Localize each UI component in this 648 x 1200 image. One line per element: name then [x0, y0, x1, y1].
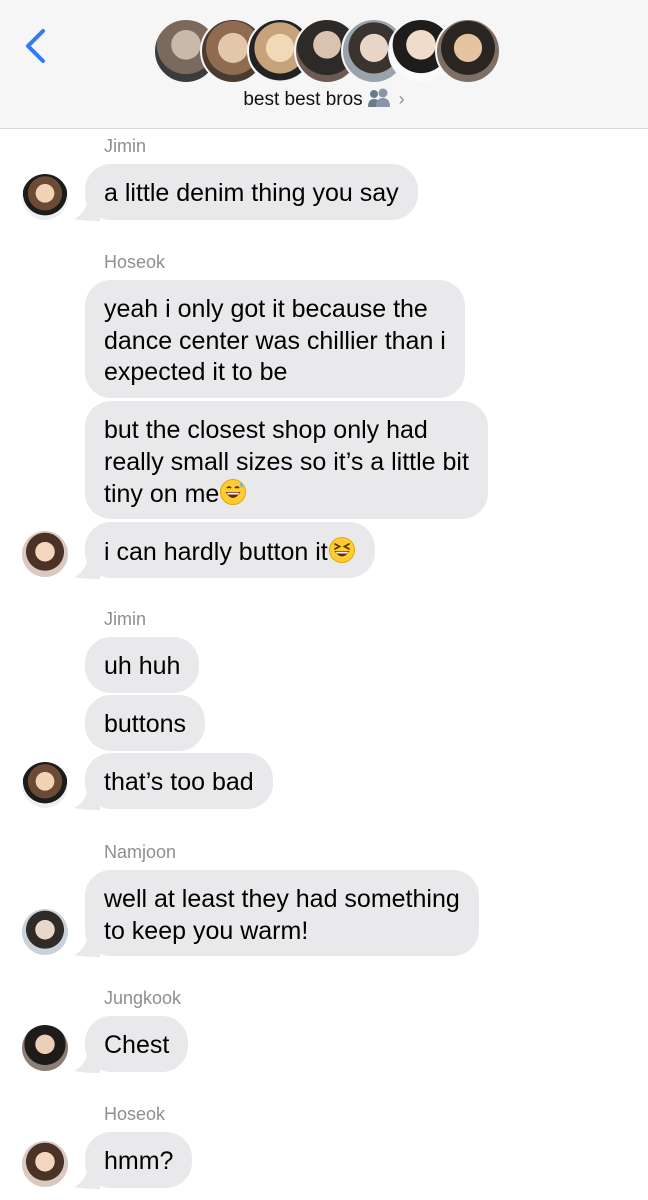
bubble-tail	[74, 1167, 100, 1189]
message-bubble[interactable]: a little denim thing you say	[85, 164, 418, 220]
chevron-right-icon: ›	[398, 89, 405, 109]
message-bubble[interactable]: Chest	[85, 1016, 189, 1072]
sender-name: Hoseok	[104, 252, 166, 272]
sender-name: Namjoon	[104, 842, 177, 862]
avatar[interactable]	[22, 1025, 68, 1071]
message-text: but the closest shop only had really sma…	[104, 416, 469, 508]
bubble-tail	[74, 935, 100, 957]
message-bubble[interactable]: that’s too bad	[85, 753, 273, 809]
message-bubble[interactable]: i can hardly button it	[85, 522, 375, 578]
back-button[interactable]	[22, 28, 52, 64]
message-bubble[interactable]: buttons	[85, 695, 206, 751]
avatar[interactable]	[22, 909, 68, 955]
message-bubble[interactable]: well at least they had something to keep…	[85, 870, 479, 956]
sender-name: Jimin	[104, 136, 147, 156]
bubble-tail	[74, 788, 100, 810]
grinning-sweat-emoji	[219, 478, 247, 515]
sender-name: Jungkook	[104, 988, 182, 1008]
message-text: i can hardly button it	[104, 538, 328, 566]
sender-name: Hoseok	[104, 1104, 166, 1124]
group-title-button[interactable]: best best bros ›	[0, 88, 648, 114]
bubble-tail	[74, 1051, 100, 1073]
avatar	[435, 18, 501, 84]
group-title: best best bros	[243, 89, 363, 110]
avatar[interactable]	[22, 1141, 68, 1187]
message-bubble[interactable]: uh huh	[85, 637, 200, 693]
laughing-squint-emoji	[328, 536, 356, 573]
message-bubble[interactable]: yeah i only got it because the dance cen…	[85, 280, 465, 398]
avatar[interactable]	[22, 531, 68, 577]
bubble-tail	[74, 199, 100, 221]
avatar[interactable]	[22, 174, 68, 220]
avatar[interactable]	[22, 762, 68, 808]
conversation-header: best best bros ›	[0, 0, 648, 129]
chevron-left-icon	[26, 29, 45, 63]
two-people-icon	[367, 88, 391, 114]
group-avatars[interactable]	[153, 18, 501, 84]
message-bubble[interactable]: hmm?	[85, 1132, 193, 1188]
bubble-tail	[74, 557, 100, 579]
message-bubble[interactable]: but the closest shop only had really sma…	[85, 401, 488, 519]
sender-name: Jimin	[104, 609, 147, 629]
